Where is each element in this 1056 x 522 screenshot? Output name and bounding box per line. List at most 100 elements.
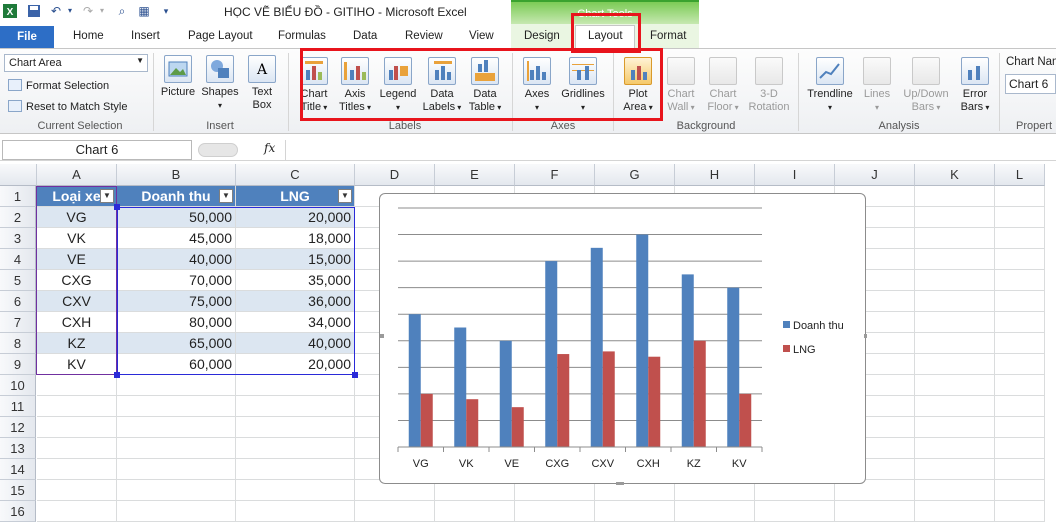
cell[interactable] — [236, 375, 355, 396]
filter-dropdown-icon[interactable]: ▼ — [338, 189, 352, 203]
column-header-l[interactable]: L — [995, 164, 1045, 186]
row-header-13[interactable]: 13 — [0, 438, 36, 459]
table-cell[interactable]: 70,000 — [117, 270, 236, 291]
row-header-12[interactable]: 12 — [0, 417, 36, 438]
cell[interactable] — [236, 459, 355, 480]
table-cell[interactable]: 75,000 — [117, 291, 236, 312]
cell[interactable] — [995, 270, 1045, 291]
table-cell[interactable]: KV — [37, 354, 117, 375]
table-cell[interactable]: CXG — [37, 270, 117, 291]
table-header-cell[interactable]: Doanh thu ▼ — [117, 186, 236, 207]
row-header-7[interactable]: 7 — [0, 312, 36, 333]
table-cell[interactable]: VE — [37, 249, 117, 270]
column-header-a[interactable]: A — [37, 164, 117, 186]
cell[interactable] — [995, 186, 1045, 207]
row-header-15[interactable]: 15 — [0, 480, 36, 501]
trendline-button[interactable]: Trendline ▾ — [803, 57, 857, 114]
table-cell[interactable]: 34,000 — [236, 312, 355, 333]
tab-formulas[interactable]: Formulas — [278, 30, 326, 42]
table-cell[interactable]: 35,000 — [236, 270, 355, 291]
picture-button[interactable]: Picture — [158, 55, 198, 99]
customize-toolbar-icon[interactable]: ▾ — [158, 3, 174, 19]
reset-style-button[interactable]: Reset to Match Style — [8, 100, 128, 113]
tab-insert[interactable]: Insert — [131, 30, 160, 42]
tab-view[interactable]: View — [469, 30, 494, 42]
row-header-5[interactable]: 5 — [0, 270, 36, 291]
cell[interactable] — [915, 249, 995, 270]
filter-dropdown-icon[interactable]: ▼ — [100, 189, 114, 203]
row-header-6[interactable]: 6 — [0, 291, 36, 312]
name-box[interactable]: Chart 6 — [2, 140, 192, 160]
table-cell[interactable]: CXH — [37, 312, 117, 333]
cell[interactable] — [995, 396, 1045, 417]
table-header-cell[interactable]: Loại xe ▼ — [37, 186, 117, 207]
cell[interactable] — [117, 480, 236, 501]
tab-format[interactable]: Format — [650, 30, 686, 42]
table-cell[interactable]: 45,000 — [117, 228, 236, 249]
cell[interactable] — [236, 396, 355, 417]
text-box-button[interactable]: A Text Box — [244, 55, 280, 112]
formula-input[interactable] — [285, 140, 1056, 160]
cell[interactable] — [995, 291, 1045, 312]
tab-page-layout[interactable]: Page Layout — [188, 30, 253, 42]
row-header-9[interactable]: 9 — [0, 354, 36, 375]
cell[interactable] — [915, 186, 995, 207]
cell[interactable] — [915, 459, 995, 480]
table-cell[interactable]: 36,000 — [236, 291, 355, 312]
row-header-8[interactable]: 8 — [0, 333, 36, 354]
cell[interactable] — [37, 459, 117, 480]
formula-bar-handle[interactable] — [198, 143, 238, 157]
row-header-1[interactable]: 1 — [0, 186, 36, 207]
row-header-2[interactable]: 2 — [0, 207, 36, 228]
column-header-c[interactable]: C — [236, 164, 355, 186]
chart-object[interactable]: VG VK VE CXG CXV CXH KZ KV Doanh thu LNG — [376, 190, 872, 486]
cell[interactable] — [117, 459, 236, 480]
cell[interactable] — [37, 480, 117, 501]
save-icon[interactable] — [26, 3, 42, 19]
cell[interactable] — [236, 480, 355, 501]
cell[interactable] — [995, 480, 1045, 501]
cell[interactable] — [915, 396, 995, 417]
tab-file[interactable]: File — [0, 26, 54, 48]
format-selection-button[interactable]: Format Selection — [8, 79, 109, 92]
cell[interactable] — [915, 291, 995, 312]
column-header-i[interactable]: I — [755, 164, 835, 186]
error-bars-button[interactable]: Error Bars ▾ — [955, 57, 995, 114]
updown-bars-button[interactable]: Up/Down Bars ▾ — [899, 57, 953, 114]
column-header-d[interactable]: D — [355, 164, 435, 186]
cell[interactable] — [995, 312, 1045, 333]
cell[interactable] — [915, 438, 995, 459]
chart-element-selector[interactable]: Chart Area ▼ — [4, 54, 148, 72]
column-header-e[interactable]: E — [435, 164, 515, 186]
cell[interactable] — [117, 396, 236, 417]
cell[interactable] — [995, 417, 1045, 438]
range-handle[interactable] — [114, 372, 120, 378]
table-cell[interactable]: 40,000 — [117, 249, 236, 270]
cell[interactable] — [915, 417, 995, 438]
filter-dropdown-icon[interactable]: ▼ — [219, 189, 233, 203]
print-preview-icon[interactable]: ⌕ — [114, 3, 130, 19]
cell[interactable] — [117, 375, 236, 396]
table-cell[interactable]: CXV — [37, 291, 117, 312]
table-cell[interactable]: KZ — [37, 333, 117, 354]
cell[interactable] — [915, 312, 995, 333]
row-header-11[interactable]: 11 — [0, 396, 36, 417]
table-cell[interactable]: VK — [37, 228, 117, 249]
table-cell[interactable]: 20,000 — [236, 207, 355, 228]
redo-dropdown-icon[interactable]: ▾ — [94, 3, 110, 19]
cell[interactable] — [995, 207, 1045, 228]
column-header-g[interactable]: G — [595, 164, 675, 186]
cell[interactable] — [915, 270, 995, 291]
row-header-10[interactable]: 10 — [0, 375, 36, 396]
row-header-14[interactable]: 14 — [0, 459, 36, 480]
cell[interactable] — [236, 417, 355, 438]
cell[interactable] — [117, 438, 236, 459]
cell[interactable] — [37, 396, 117, 417]
row-header-4[interactable]: 4 — [0, 249, 36, 270]
cell[interactable] — [915, 480, 995, 501]
select-all-corner[interactable] — [0, 164, 37, 186]
table-header-cell[interactable]: LNG ▼ — [236, 186, 355, 207]
cell[interactable] — [995, 354, 1045, 375]
table-cell[interactable]: 80,000 — [117, 312, 236, 333]
table-cell[interactable]: 40,000 — [236, 333, 355, 354]
